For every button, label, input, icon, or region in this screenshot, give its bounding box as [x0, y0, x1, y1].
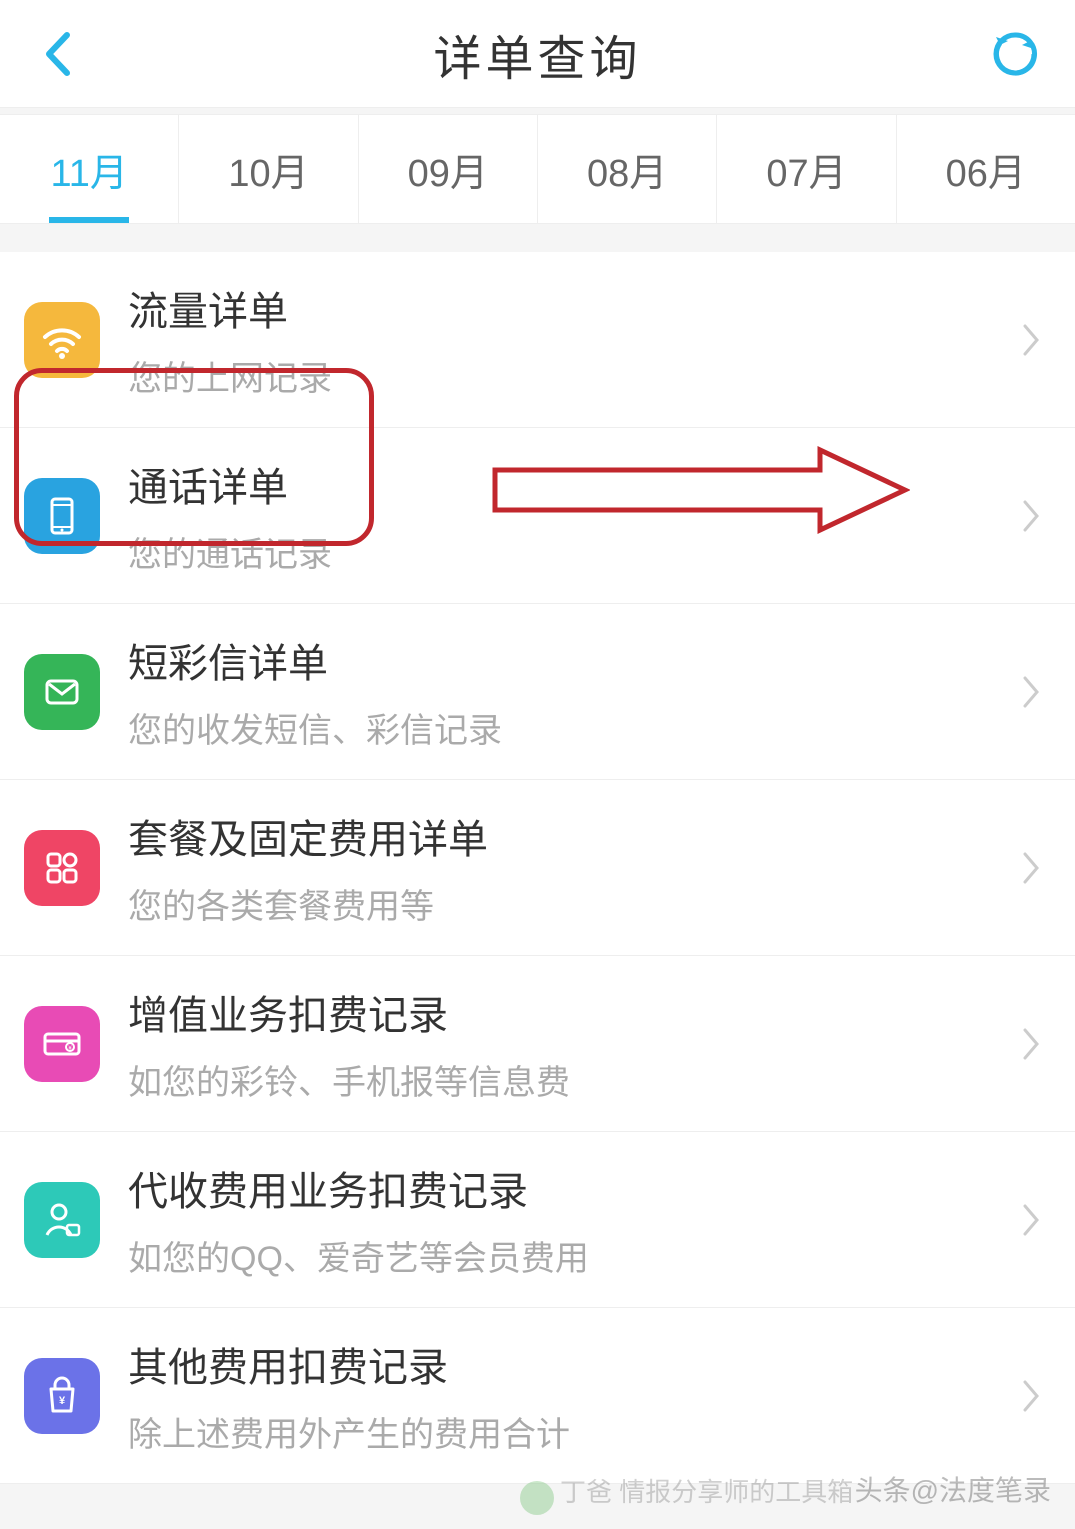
item-content: 短彩信详单 您的收发短信、彩信记录: [128, 631, 1011, 752]
item-title: 其他费用扣费记录: [128, 1335, 1011, 1393]
card-icon: ¥: [24, 1006, 100, 1082]
chevron-right-icon: [1011, 1366, 1051, 1426]
tab-month-07[interactable]: 07月: [717, 115, 896, 223]
wechat-watermark-icon: [520, 1481, 554, 1515]
item-content: 增值业务扣费记录 如您的彩铃、手机报等信息费: [128, 983, 1011, 1104]
tab-month-09[interactable]: 09月: [359, 115, 538, 223]
item-subtitle: 如您的QQ、爱奇艺等会员费用: [128, 1231, 1011, 1280]
item-content: 其他费用扣费记录 除上述费用外产生的费用合计: [128, 1335, 1011, 1456]
item-title: 流量详单: [128, 279, 1011, 337]
chevron-left-icon: [41, 29, 73, 79]
item-other-fees[interactable]: ¥ 其他费用扣费记录 除上述费用外产生的费用合计: [0, 1308, 1075, 1484]
item-title: 套餐及固定费用详单: [128, 807, 1011, 865]
tab-month-11[interactable]: 11月: [0, 115, 179, 223]
watermark-text: 丁爸 情报分享师的工具箱: [560, 1472, 853, 1509]
item-collection-fees[interactable]: 代收费用业务扣费记录 如您的QQ、爱奇艺等会员费用: [0, 1132, 1075, 1308]
chevron-right-icon: [1011, 662, 1051, 722]
mail-icon: [24, 654, 100, 730]
item-content: 套餐及固定费用详单 您的各类套餐费用等: [128, 807, 1011, 928]
svg-text:¥: ¥: [59, 1395, 66, 1407]
item-subtitle: 您的通话记录: [128, 527, 1011, 576]
item-sms-records[interactable]: 短彩信详单 您的收发短信、彩信记录: [0, 604, 1075, 780]
item-title: 通话详单: [128, 455, 1011, 513]
item-subtitle: 如您的彩铃、手机报等信息费: [128, 1055, 1011, 1104]
chevron-right-icon: [1011, 1014, 1051, 1074]
item-call-records[interactable]: 通话详单 您的通话记录: [0, 428, 1075, 604]
chevron-right-icon: [1011, 1190, 1051, 1250]
tab-month-10[interactable]: 10月: [179, 115, 358, 223]
chevron-right-icon: [1011, 838, 1051, 898]
watermark-text: 头条@法度笔录: [855, 1469, 1051, 1509]
item-content: 通话详单 您的通话记录: [128, 455, 1011, 576]
back-button[interactable]: [32, 29, 82, 79]
item-title: 代收费用业务扣费记录: [128, 1159, 1011, 1217]
detail-list: 流量详单 您的上网记录 通话详单 您的通话记录: [0, 252, 1075, 1484]
bag-icon: ¥: [24, 1358, 100, 1434]
phone-icon: [24, 478, 100, 554]
item-value-added[interactable]: ¥ 增值业务扣费记录 如您的彩铃、手机报等信息费: [0, 956, 1075, 1132]
tab-month-08[interactable]: 08月: [538, 115, 717, 223]
month-tabs: 11月 10月 09月 08月 07月 06月: [0, 114, 1075, 224]
header: 详单查询: [0, 0, 1075, 108]
user-icon: [24, 1182, 100, 1258]
item-subtitle: 您的收发短信、彩信记录: [128, 703, 1011, 752]
item-title: 增值业务扣费记录: [128, 983, 1011, 1041]
page-title: 详单查询: [433, 19, 641, 89]
tab-month-06[interactable]: 06月: [897, 115, 1075, 223]
chevron-right-icon: [1011, 310, 1051, 370]
chevron-right-icon: [1011, 486, 1051, 546]
grid-icon: [24, 830, 100, 906]
item-subtitle: 您的各类套餐费用等: [128, 879, 1011, 928]
item-subtitle: 您的上网记录: [128, 351, 1011, 400]
item-package-fees[interactable]: 套餐及固定费用详单 您的各类套餐费用等: [0, 780, 1075, 956]
refresh-button[interactable]: [987, 26, 1043, 82]
refresh-icon: [990, 29, 1040, 79]
item-subtitle: 除上述费用外产生的费用合计: [128, 1407, 1011, 1456]
item-content: 流量详单 您的上网记录: [128, 279, 1011, 400]
item-content: 代收费用业务扣费记录 如您的QQ、爱奇艺等会员费用: [128, 1159, 1011, 1280]
wifi-icon: [24, 302, 100, 378]
item-title: 短彩信详单: [128, 631, 1011, 689]
item-data-usage[interactable]: 流量详单 您的上网记录: [0, 252, 1075, 428]
